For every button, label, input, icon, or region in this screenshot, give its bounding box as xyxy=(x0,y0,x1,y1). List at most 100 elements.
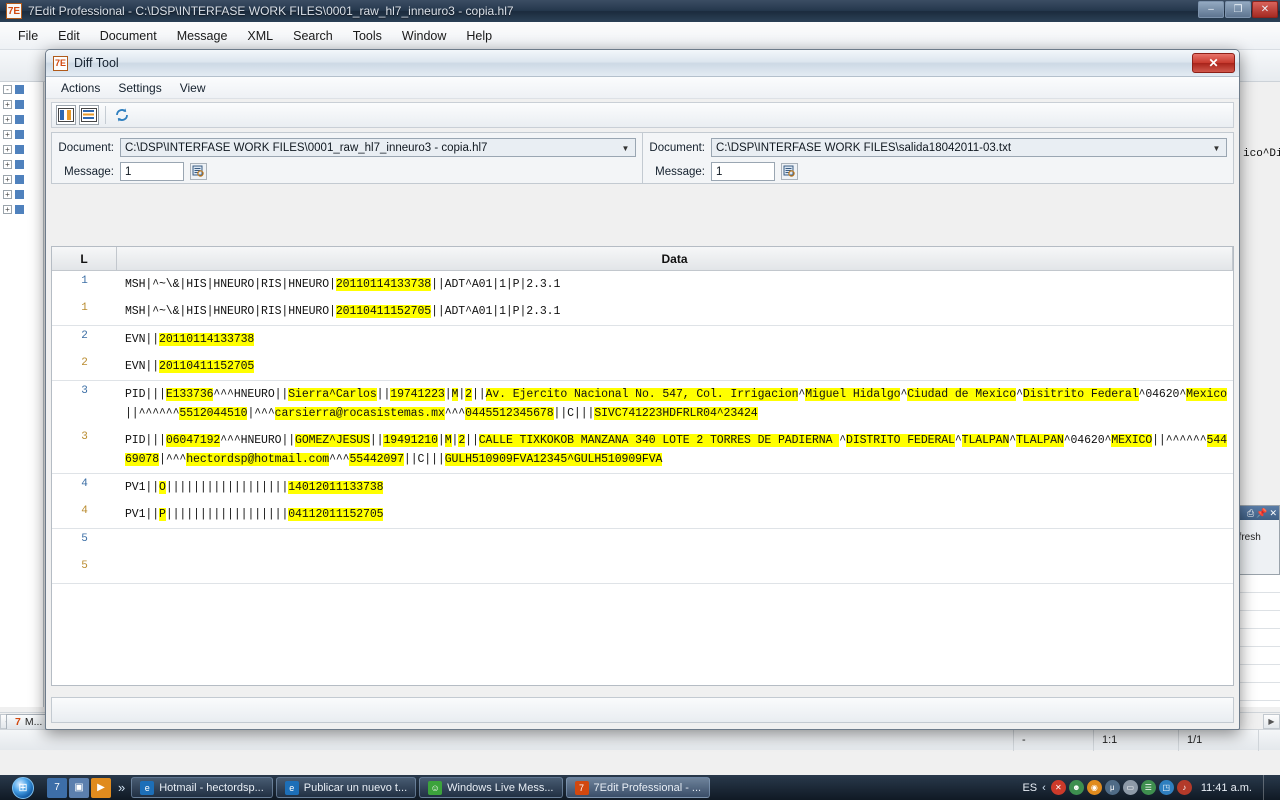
action-center-error-icon[interactable]: ✕ xyxy=(1050,780,1066,795)
monitor-icon[interactable]: ▭ xyxy=(1122,780,1138,795)
diff-plain: ||ADT^A01|1|P|2.3.1 xyxy=(431,305,561,318)
tree-node[interactable]: + xyxy=(0,202,43,217)
side-by-side-view-button[interactable] xyxy=(56,105,76,125)
quicklaunch-7edit-icon[interactable]: 7 xyxy=(47,777,67,798)
inline-view-button[interactable] xyxy=(79,105,99,125)
table-row[interactable]: 4 PV1||P||||||||||||||||||04112011152705 xyxy=(52,501,1233,529)
expander-icon[interactable]: + xyxy=(3,115,12,124)
right-document-combobox[interactable]: C:\DSP\INTERFASE WORK FILES\salida180420… xyxy=(711,138,1227,157)
float-icon[interactable]: ⎙ xyxy=(1247,508,1254,519)
table-row[interactable]: 5 xyxy=(52,556,1233,584)
expander-icon[interactable]: + xyxy=(3,190,12,199)
antivirus-icon[interactable]: ◉ xyxy=(1086,780,1102,795)
right-message-row: Message: 1 xyxy=(649,162,1227,181)
quick-launch-overflow[interactable]: » xyxy=(112,780,131,795)
tree-node[interactable]: + xyxy=(0,187,43,202)
diff-highlight: Mexico xyxy=(1186,388,1227,401)
minimize-button[interactable]: – xyxy=(1198,1,1224,18)
right-message-browse-button[interactable] xyxy=(781,163,798,180)
tree-node[interactable]: + xyxy=(0,142,43,157)
diff-highlight: CALLE TIXKOKOB MANZANA 340 LOTE 2 TORRES… xyxy=(478,434,840,447)
expander-icon[interactable]: + xyxy=(3,145,12,154)
status-cell-1: - xyxy=(1013,729,1093,751)
table-row[interactable]: 3 PID|||E133736^^^HNEURO||Sierra^Carlos||… xyxy=(52,381,1233,427)
utorrent-icon[interactable]: μ xyxy=(1104,780,1120,795)
expander-icon[interactable]: - xyxy=(3,85,12,94)
diff-plain: || xyxy=(376,388,391,401)
table-row[interactable]: 4 PV1||O||||||||||||||||||14012011133738 xyxy=(52,474,1233,501)
start-button[interactable]: ⊞ xyxy=(0,775,46,800)
diff-highlight: SIVC741223HDFRLR04^23424 xyxy=(594,407,758,420)
menu-item-settings[interactable]: Settings xyxy=(109,79,170,97)
expander-icon[interactable]: + xyxy=(3,100,12,109)
table-row[interactable]: 1 MSH|^~\&|HIS|HNEURO|RIS|HNEURO|20110114… xyxy=(52,271,1233,298)
quicklaunch-showdesktop-icon[interactable]: ▣ xyxy=(69,777,89,798)
menu-item-file[interactable]: File xyxy=(8,26,48,46)
right-message-label: Message: xyxy=(655,165,705,178)
table-row[interactable]: 5 xyxy=(52,529,1233,556)
7edit-icon: 7E xyxy=(6,3,22,19)
close-button[interactable]: ✕ xyxy=(1252,1,1278,18)
chevron-down-icon[interactable]: ▼ xyxy=(1210,142,1223,154)
menu-item-document[interactable]: Document xyxy=(90,26,167,46)
network-icon[interactable]: ◳ xyxy=(1158,780,1174,795)
taskbar-item[interactable]: 7 7Edit Professional - ... xyxy=(565,777,711,798)
table-row[interactable]: 1 MSH|^~\&|HIS|HNEURO|RIS|HNEURO|20110411… xyxy=(52,298,1233,326)
resize-grip[interactable] xyxy=(1258,729,1280,751)
menu-item-edit[interactable]: Edit xyxy=(48,26,90,46)
taskbar-item[interactable]: e Publicar un nuevo t... xyxy=(275,777,417,798)
menu-item-actions[interactable]: Actions xyxy=(52,79,109,97)
expander-icon[interactable]: + xyxy=(3,160,12,169)
quicklaunch-media-icon[interactable]: ▶ xyxy=(91,777,111,798)
taskbar-item-label: Publicar un nuevo t... xyxy=(303,781,408,794)
expander-icon[interactable]: + xyxy=(3,205,12,214)
clipboard-icon[interactable]: ☰ xyxy=(1140,780,1156,795)
left-document-combobox[interactable]: C:\DSP\INTERFASE WORK FILES\0001_raw_hl7… xyxy=(120,138,636,157)
tree-node[interactable]: + xyxy=(0,172,43,187)
table-row[interactable]: 3 PID|||06047192^^^HNEURO||GOMEZ^JESUS||1… xyxy=(52,427,1233,474)
document-tree-panel[interactable]: - + + + + + + + + xyxy=(0,82,44,707)
refresh-button[interactable] xyxy=(112,105,132,125)
menu-item-window[interactable]: Window xyxy=(392,26,456,46)
table-row[interactable]: 2 EVN||20110411152705 xyxy=(52,353,1233,381)
diff-results-grid[interactable]: L Data 1 MSH|^~\&|HIS|HNEURO|RIS|HNEURO|2… xyxy=(51,246,1234,686)
volume-muted-icon[interactable]: ♪ xyxy=(1176,780,1192,795)
taskbar-item[interactable]: e Hotmail - hectordsp... xyxy=(131,777,273,798)
taskbar-item[interactable]: ☺ Windows Live Mess... xyxy=(419,777,563,798)
menu-item-help[interactable]: Help xyxy=(456,26,502,46)
diff-left-pane: Document: C:\DSP\INTERFASE WORK FILES\00… xyxy=(51,132,642,184)
row-data-cell: EVN||20110411152705 xyxy=(117,353,1233,380)
taskbar-clock[interactable]: 11:41 a.m. xyxy=(1197,782,1252,794)
node-icon xyxy=(15,175,24,184)
grid-column-header-line[interactable]: L xyxy=(52,247,117,270)
menu-item-xml[interactable]: XML xyxy=(237,26,283,46)
close-icon[interactable]: ✕ xyxy=(1269,508,1277,519)
tree-node[interactable]: + xyxy=(0,112,43,127)
expander-icon[interactable]: + xyxy=(3,130,12,139)
menu-item-tools[interactable]: Tools xyxy=(343,26,392,46)
tray-expand-icon[interactable]: ‹ xyxy=(1042,782,1046,794)
menu-item-view[interactable]: View xyxy=(171,79,215,97)
maximize-button[interactable]: ❐ xyxy=(1225,1,1251,18)
right-document-row: Document: C:\DSP\INTERFASE WORK FILES\sa… xyxy=(649,138,1227,157)
tree-node[interactable]: + xyxy=(0,127,43,142)
taskbar-item-label: Windows Live Mess... xyxy=(447,781,554,794)
tree-node[interactable]: - xyxy=(0,82,43,97)
show-desktop-button[interactable] xyxy=(1263,775,1272,800)
table-row[interactable]: 2 EVN||20110114133738 xyxy=(52,326,1233,353)
menu-item-message[interactable]: Message xyxy=(167,26,238,46)
tree-node[interactable]: + xyxy=(0,97,43,112)
pin-icon[interactable]: 📌 xyxy=(1256,508,1267,519)
diff-close-button[interactable]: ✕ xyxy=(1192,53,1235,73)
chevron-down-icon[interactable]: ▼ xyxy=(619,142,632,154)
right-message-input[interactable]: 1 xyxy=(711,162,775,181)
diff-plain: ^04620^ xyxy=(1138,388,1187,401)
language-indicator[interactable]: ES xyxy=(1022,782,1037,794)
network-people-icon[interactable]: ☻ xyxy=(1068,780,1084,795)
left-message-input[interactable]: 1 xyxy=(120,162,184,181)
expander-icon[interactable]: + xyxy=(3,175,12,184)
grid-column-header-data[interactable]: Data xyxy=(117,247,1233,270)
tree-node[interactable]: + xyxy=(0,157,43,172)
left-message-browse-button[interactable] xyxy=(190,163,207,180)
menu-item-search[interactable]: Search xyxy=(283,26,343,46)
